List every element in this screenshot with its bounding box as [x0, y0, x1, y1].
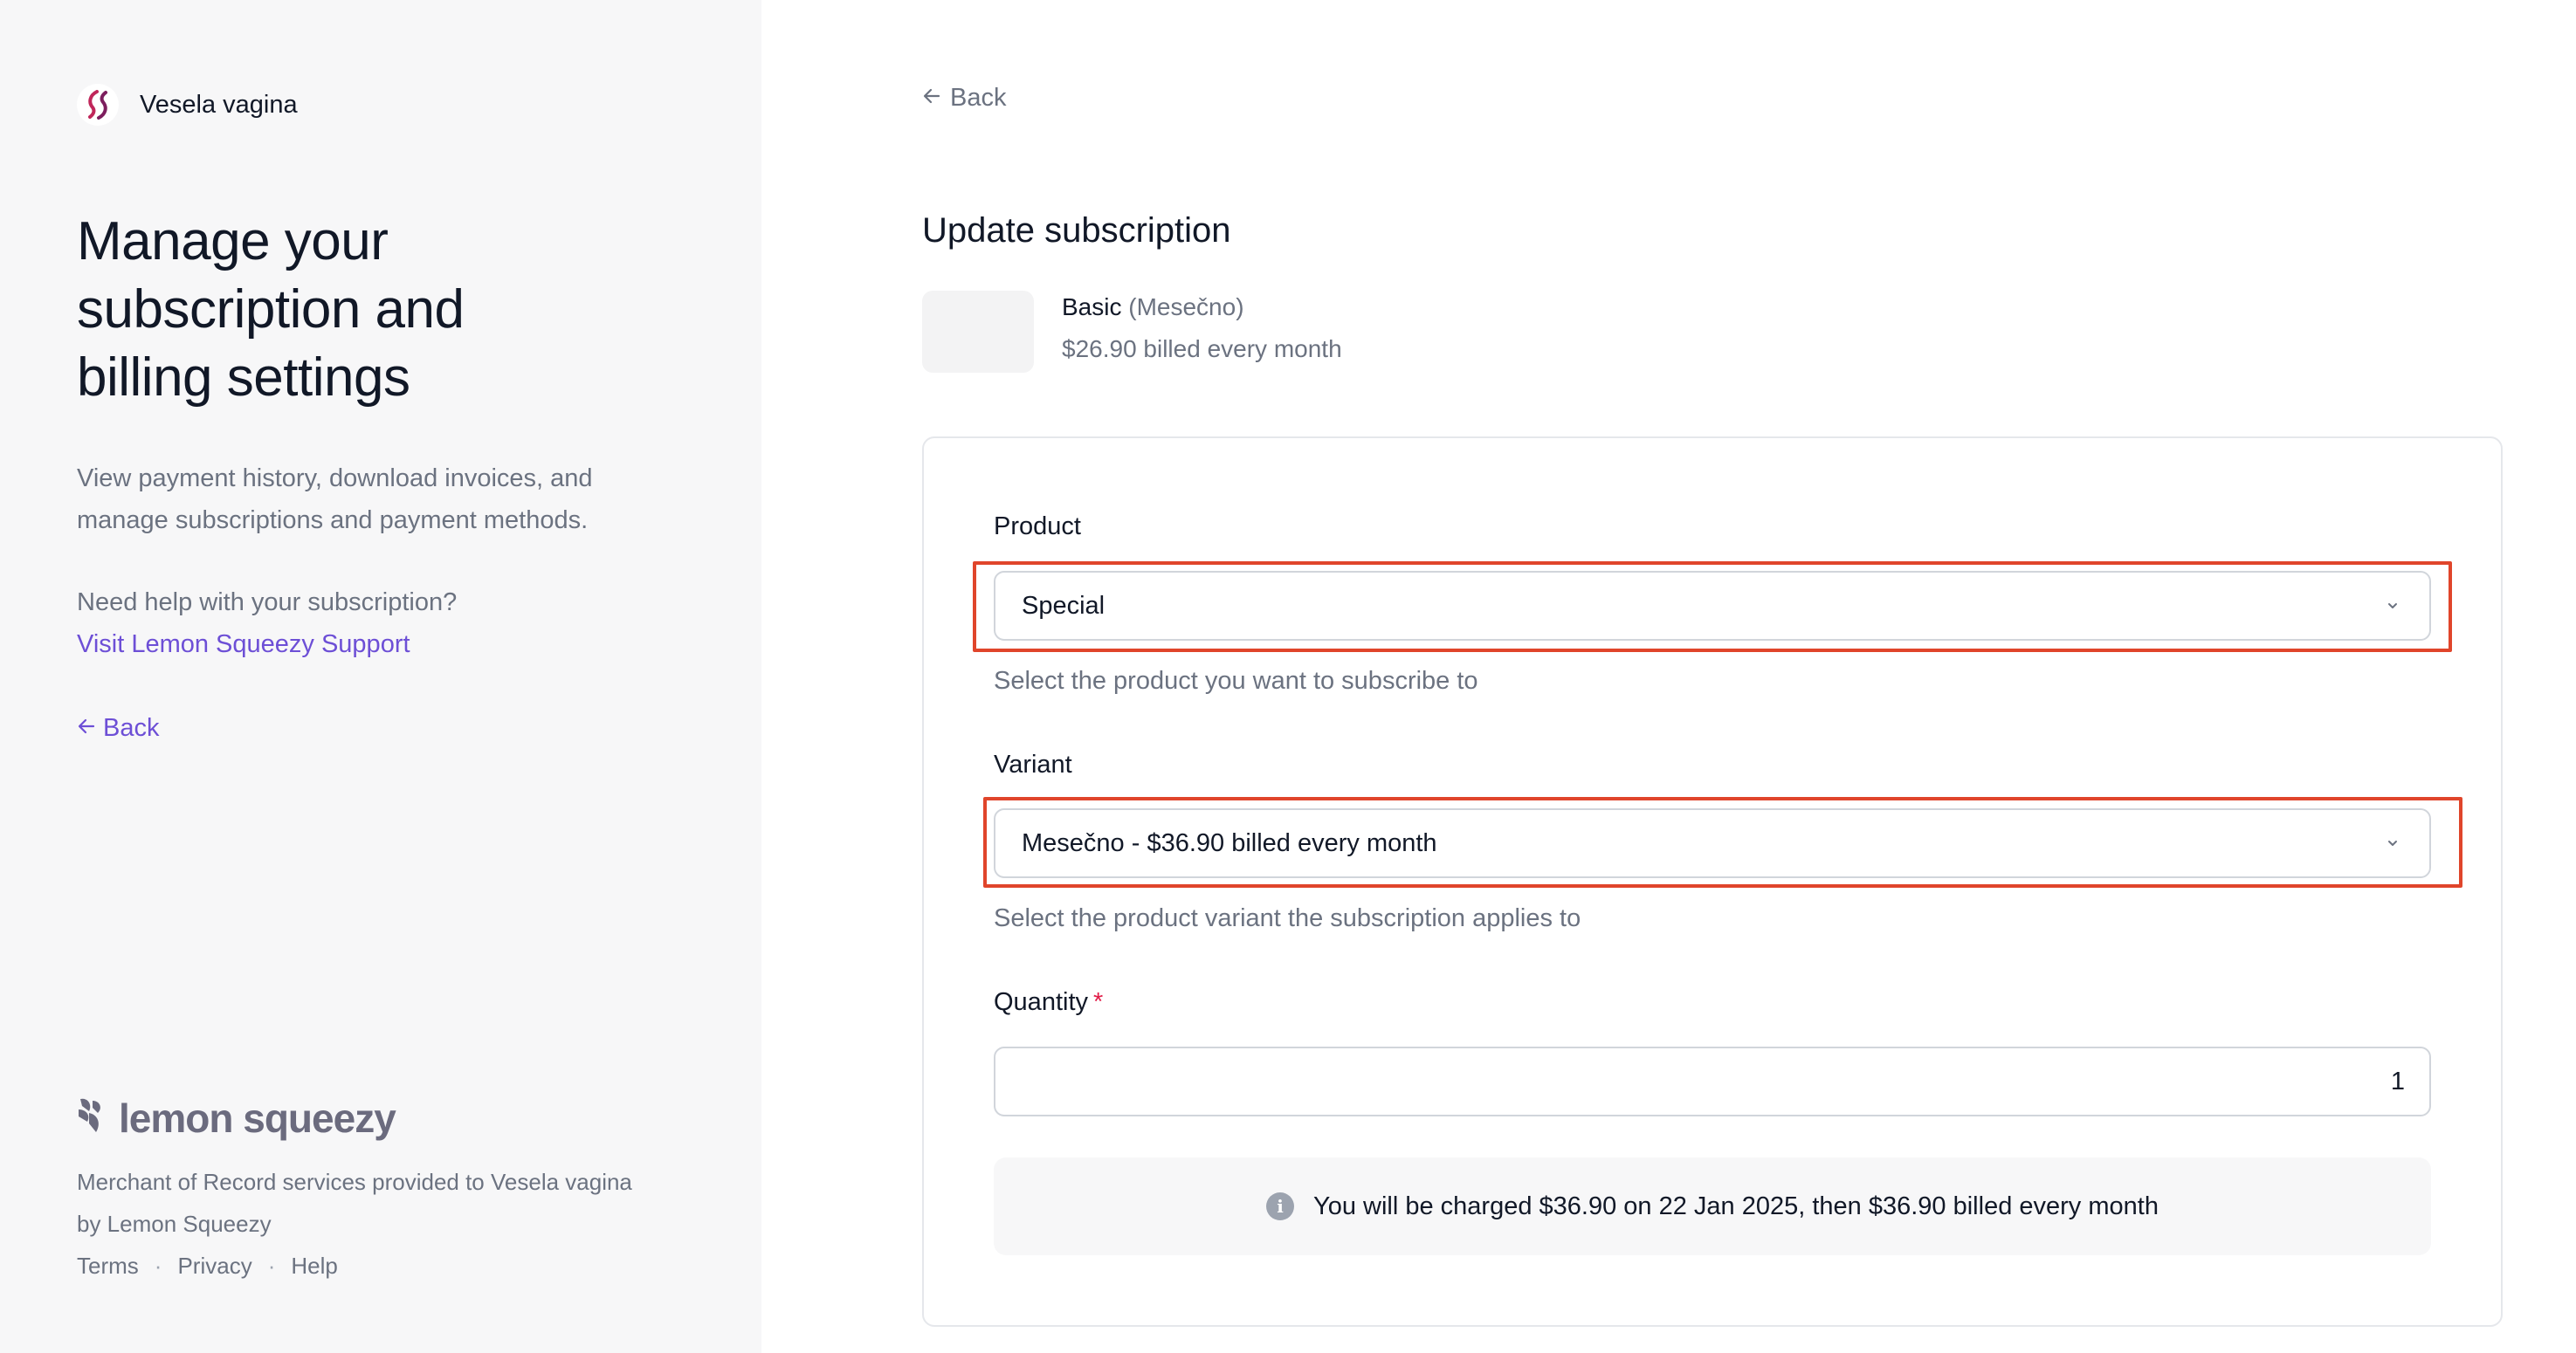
product-thumbnail	[922, 291, 1034, 373]
store-name: Vesela vagina	[140, 90, 298, 119]
quantity-label: Quantity *	[994, 988, 1103, 1017]
left-panel: Vesela vagina Manage your subscription a…	[0, 0, 761, 1353]
help-link[interactable]: Help	[291, 1245, 337, 1287]
lemon-squeezy-brand: lemon squeezy	[75, 1095, 396, 1142]
sidebar-back-label: Back	[103, 714, 160, 742]
product-select[interactable]: Special	[994, 571, 2431, 641]
terms-link[interactable]: Terms	[77, 1245, 139, 1287]
charge-notice: i You will be charged $36.90 on 22 Jan 2…	[994, 1157, 2431, 1255]
lemon-squeezy-logo-icon	[75, 1095, 108, 1142]
back-link[interactable]: Back	[922, 84, 1006, 113]
arrow-left-icon	[77, 707, 96, 749]
product-hint: Select the product you want to subscribe…	[994, 667, 1478, 695]
variant-select-value: Mesečno - $36.90 billed every month	[1022, 828, 1437, 857]
plan-name-label: Basic	[1062, 293, 1122, 320]
current-plan-name: Basic (Mesečno)	[1062, 293, 1244, 321]
product-label: Product	[994, 512, 1081, 540]
page-heading: Manage your subscription and billing set…	[77, 211, 465, 408]
support-link[interactable]: Visit Lemon Squeezy Support	[77, 623, 410, 665]
separator: ·	[267, 1253, 276, 1279]
back-label: Back	[950, 84, 1007, 112]
info-icon: i	[1266, 1192, 1295, 1220]
plan-variant-label: (Mesečno)	[1128, 293, 1244, 320]
store-logo-icon	[77, 84, 119, 126]
hero-description: View payment history, download invoices,…	[77, 464, 593, 534]
separator: ·	[154, 1253, 162, 1279]
charge-notice-text: You will be charged $36.90 on 22 Jan 202…	[1313, 1192, 2159, 1220]
product-select-value: Special	[1022, 591, 1105, 620]
quantity-label-text: Quantity	[994, 988, 1088, 1016]
merchant-text: Merchant of Record services provided to …	[77, 1169, 632, 1237]
quantity-input[interactable]	[994, 1047, 2431, 1116]
chevron-down-icon	[2382, 833, 2403, 854]
sidebar-back-link[interactable]: Back	[77, 707, 159, 749]
privacy-link[interactable]: Privacy	[177, 1245, 251, 1287]
current-plan-price: $26.90 billed every month	[1062, 335, 1342, 362]
required-mark: *	[1093, 988, 1104, 1016]
variant-select[interactable]: Mesečno - $36.90 billed every month	[994, 808, 2431, 878]
arrow-left-icon	[922, 84, 941, 113]
lemon-squeezy-wordmark: lemon squeezy	[119, 1095, 396, 1141]
variant-hint: Select the product variant the subscript…	[994, 904, 1581, 932]
variant-label: Variant	[994, 751, 1072, 779]
footer-links: Terms · Privacy · Help	[77, 1245, 338, 1287]
store-header: Vesela vagina	[77, 84, 298, 126]
help-question: Need help with your subscription?	[77, 588, 458, 616]
chevron-down-icon	[2382, 595, 2403, 616]
update-subscription-title: Update subscription	[922, 211, 1231, 250]
